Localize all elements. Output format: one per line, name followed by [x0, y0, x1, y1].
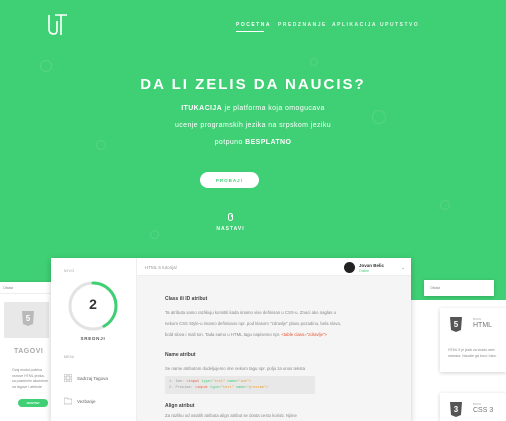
level-name: SREDNJI — [80, 336, 106, 341]
line-number: 1. — [169, 380, 174, 384]
hero-line-1-text: je platforma koja omogucava — [224, 105, 325, 112]
right-card-header: Oblast — [424, 280, 494, 296]
code-text: Ime: — [175, 380, 185, 384]
code-tag: <input — [186, 380, 200, 384]
hero-line-2: ucenje programskih jezika na srpskom jez… — [174, 122, 332, 129]
nav-item-predznanje[interactable]: PREDZNANJE — [278, 22, 327, 28]
code-string: "text" — [220, 386, 234, 390]
user-name: Jovan Belic — [359, 263, 385, 268]
grid-icon — [64, 374, 72, 382]
card-header: Oblast — [430, 286, 441, 290]
module-description-line: na tagove i atribute — [12, 384, 42, 389]
sidebar-item-vezbanje[interactable]: Vezbanje — [64, 397, 96, 405]
hero-line-1: ITUKACIJA je platforma koja omogucava — [0, 105, 506, 112]
nav-active-indicator — [236, 31, 264, 32]
nav-item-pocetna[interactable]: POCETNA — [236, 22, 271, 28]
hero-section — [0, 0, 506, 300]
code-attr: type= — [210, 386, 221, 390]
line-number: 2. — [169, 386, 174, 390]
level-value: 2 — [89, 296, 97, 312]
code-tag: <input — [194, 386, 208, 390]
code-block: 1. Ime: <input type="text" name="ime"> 2… — [165, 376, 315, 394]
app-preview-window: NIVO 2 SREDNJI MENI Sadrzaj Tagova Vezba… — [51, 258, 411, 421]
folder-icon — [64, 397, 72, 405]
inline-code: <table class="zdravlje"> — [281, 332, 328, 337]
section-paragraph: Se name atributom dodeljujemo ime nekom … — [165, 366, 305, 371]
continue-label[interactable]: NASTAVI — [0, 226, 461, 232]
try-button[interactable]: PROBAJ! — [200, 172, 259, 188]
module-description: HTML 5 je jezik za izradu web stranica. … — [448, 348, 497, 358]
sidebar-item-label: Sadrzaj Tagova — [77, 375, 108, 381]
user-menu[interactable]: Jovan Belic Online ⌄ — [344, 261, 408, 274]
scroll-mouse-icon[interactable] — [228, 213, 233, 221]
svg-text:5: 5 — [454, 320, 459, 329]
background-pattern — [40, 60, 52, 72]
section-heading: Align atribut — [165, 403, 195, 409]
code-attr: name= — [235, 386, 247, 390]
hero-title: DA LI ZELIS DA NAUCIS? — [140, 76, 366, 93]
section-paragraph: Ta atributa samo razlikuju koristiti kad… — [165, 307, 390, 340]
background-pattern — [310, 58, 318, 66]
card-header: Oblast — [0, 282, 55, 294]
html5-shield-icon: 5 — [450, 317, 462, 332]
module-category: BOPA — [473, 402, 482, 406]
paragraph-text: bold slova i mali ton. Tada samo u HTML … — [165, 332, 281, 337]
svg-text:3: 3 — [454, 405, 459, 414]
paragraph-line: bold slova i mali ton. Tada samo u HTML … — [165, 329, 390, 340]
paragraph-line: Ta atributa samo razlikuju koristiti kad… — [165, 310, 336, 315]
svg-text:5: 5 — [26, 314, 31, 323]
code-string: "ime"> — [238, 380, 252, 384]
app-header: HTML 5 tutorijal Jovan Belic Online ⌄ — [137, 258, 411, 276]
hero-line-3-text: potpuno — [214, 139, 243, 146]
module-continue-button[interactable]: NASTAVI — [18, 399, 48, 407]
nav-item-uputstvo[interactable]: UPUTSTVO — [380, 22, 419, 28]
tutorial-content: Class ili ID atribut Ta atributa samo ra… — [159, 276, 411, 421]
module-title: CSS 3 — [473, 407, 494, 414]
background-pattern — [440, 200, 450, 210]
section-heading: Name atribut — [165, 352, 196, 358]
module-thumbnail[interactable]: 5 TAGOVI — [4, 302, 49, 355]
html-module-card[interactable]: 5 BOPA HTML HTML 5 je jezik za izradu we… — [440, 308, 506, 372]
code-attr: type= — [201, 380, 213, 384]
menu-label: MENI — [64, 355, 75, 359]
code-attr: name= — [227, 380, 239, 384]
hero-line-3: potpuno BESPLATNO — [0, 139, 506, 146]
module-description: Ovaj modul pokriva osnove HTML jezika, s… — [12, 368, 48, 390]
brand-name: ITUKACIJA — [181, 105, 223, 112]
css-module-card[interactable]: 3 BOPA CSS 3 — [440, 393, 506, 421]
section-heading: Class ili ID atribut — [165, 296, 208, 302]
nav-item-aplikacija[interactable]: APLIKACIJA — [332, 22, 377, 28]
html5-shield-icon: 5 — [22, 311, 34, 326]
sidebar-item-sadrzaj[interactable]: Sadrzaj Tagova — [64, 374, 108, 382]
code-string: "text" — [212, 380, 226, 384]
user-status: Online — [359, 269, 370, 273]
chevron-down-icon[interactable]: ⌄ — [401, 265, 405, 271]
app-sidebar: NIVO 2 SREDNJI MENI Sadrzaj Tagova Vezba… — [51, 258, 137, 421]
module-description-line: sa posebnim akcentom — [12, 379, 48, 383]
css3-shield-icon: 3 — [450, 402, 462, 417]
module-category: BOPA — [473, 317, 482, 321]
paragraph-line: nekom CSS Style-u imamo definisano npr. … — [165, 321, 341, 326]
logo-icon[interactable] — [46, 13, 68, 37]
hero-free-label: BESPLATNO — [245, 139, 292, 146]
code-text: Prezime: — [175, 386, 193, 390]
level-label: NIVO — [64, 269, 75, 273]
breadcrumb[interactable]: HTML 5 tutorijal — [145, 265, 177, 270]
avatar — [344, 262, 355, 273]
code-string: "prezime"> — [246, 386, 269, 390]
sidebar-item-label: Vezbanje — [77, 398, 96, 404]
module-title: HTML — [473, 322, 493, 329]
code-line: 2. Prezime: <input type="text" name="pre… — [169, 385, 311, 391]
section-paragraph: Za razliku od ostalih atributa align atr… — [165, 413, 297, 418]
